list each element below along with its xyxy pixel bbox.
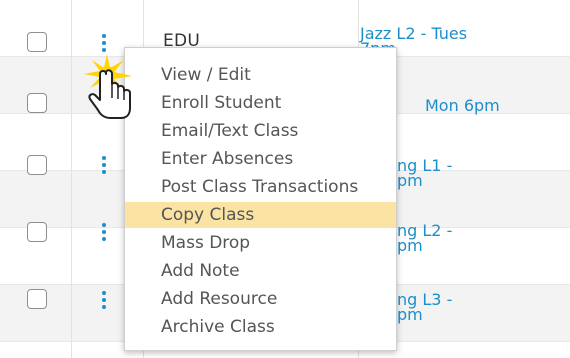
- class-name-link[interactable]: ng L2 - pm: [397, 223, 452, 255]
- hand-pointer-icon: [84, 54, 132, 119]
- class-name-line2: pm: [397, 236, 423, 255]
- menu-item-archive-class[interactable]: Archive Class: [125, 314, 396, 340]
- menu-item-add-resource[interactable]: Add Resource: [125, 286, 396, 312]
- kebab-menu-icon[interactable]: [100, 290, 108, 310]
- menu-item-post-class-transactions[interactable]: Post Class Transactions: [125, 174, 396, 200]
- class-name-line1: Mon 6pm: [425, 96, 500, 115]
- menu-item-mass-drop[interactable]: Mass Drop: [125, 230, 396, 256]
- menu-item-copy-class[interactable]: Copy Class: [125, 202, 396, 228]
- menu-item-email-text-class[interactable]: Email/Text Class: [125, 118, 396, 144]
- menu-item-enroll-student[interactable]: Enroll Student: [125, 90, 396, 116]
- kebab-menu-icon[interactable]: [100, 155, 108, 175]
- row-checkbox[interactable]: [27, 222, 47, 242]
- column-divider: [71, 0, 72, 358]
- class-name-line2: pm: [397, 305, 423, 324]
- class-name-line2: pm: [397, 171, 423, 190]
- kebab-menu-icon[interactable]: [100, 222, 108, 242]
- row-checkbox[interactable]: [27, 289, 47, 309]
- row-checkbox[interactable]: [27, 32, 47, 52]
- menu-item-add-note[interactable]: Add Note: [125, 258, 396, 284]
- row-checkbox[interactable]: [27, 155, 47, 175]
- menu-item-enter-absences[interactable]: Enter Absences: [125, 146, 396, 172]
- class-name-link[interactable]: ng L1 - pm: [397, 158, 452, 190]
- context-menu: View / Edit Enroll Student Email/Text Cl…: [124, 47, 397, 351]
- menu-item-view-edit[interactable]: View / Edit: [125, 62, 396, 88]
- row-checkbox[interactable]: [27, 93, 47, 113]
- class-name-link[interactable]: ng L3 - pm: [397, 292, 452, 324]
- class-name-link[interactable]: Mon 6pm: [425, 96, 500, 115]
